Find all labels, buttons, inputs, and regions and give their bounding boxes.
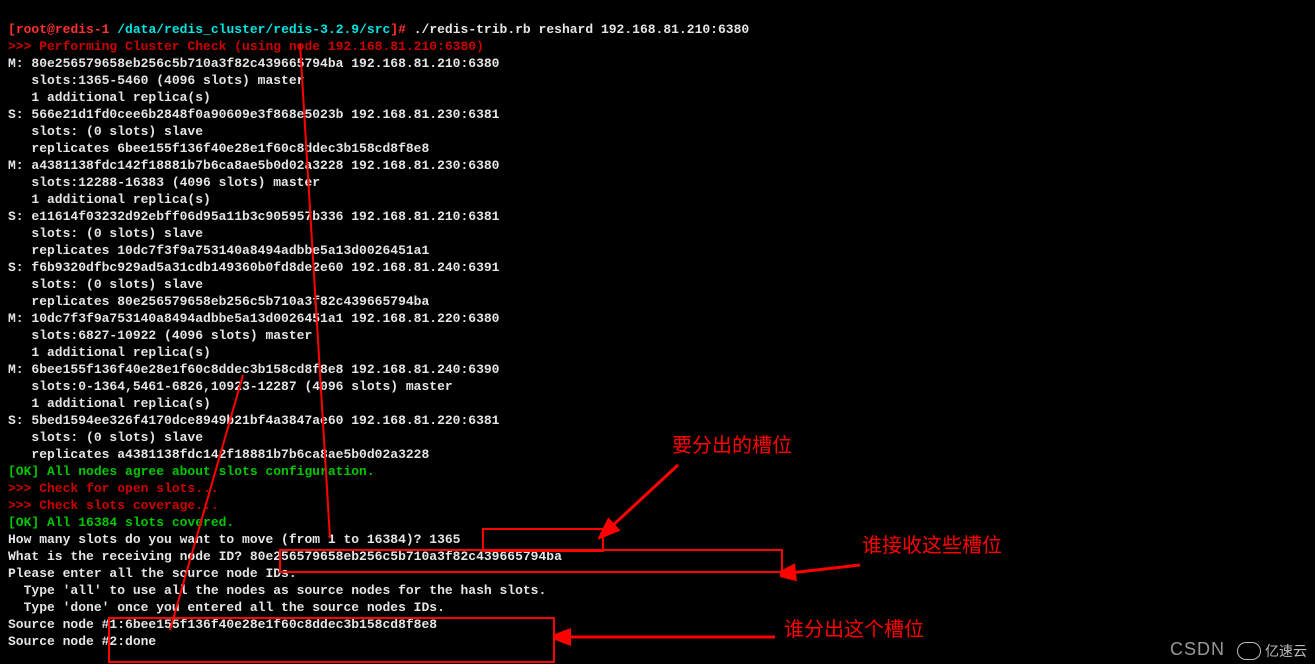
command-text: ./redis-trib.rb reshard 192.168.81.210:6…: [414, 22, 749, 37]
watermark-csdn: CSDN: [1170, 641, 1225, 658]
line-s2a: S: e11614f03232d92ebff06d95a11b3c905957b…: [8, 209, 499, 224]
annotation-slots-label: 要分出的槽位: [672, 438, 792, 455]
line-s2c: replicates 10dc7f3f9a753140a8494adbbe5a1…: [8, 243, 429, 258]
line-m3b: slots:6827-10922 (4096 slots) master: [8, 328, 312, 343]
line-q3: Please enter all the source node IDs.: [8, 566, 297, 581]
line-m2a: M: a4381138fdc142f18881b7b6ca8ae5b0d02a3…: [8, 158, 499, 173]
prompt-at: @: [47, 22, 55, 37]
line-m4a: M: 6bee155f136f40e28e1f60c8ddec3b158cd8f…: [8, 362, 499, 377]
line-q4: Type 'all' to use all the nodes as sourc…: [8, 583, 546, 598]
line-q1: How many slots do you want to move (from…: [8, 532, 460, 547]
line-s4a: S: 5bed1594ee326f4170dce8949b21bf4a3847a…: [8, 413, 499, 428]
line-sn1: Source node #1:6bee155f136f40e28e1f60c8d…: [8, 617, 437, 632]
line-q2: What is the receiving node ID? 80e256579…: [8, 549, 562, 564]
watermark-logo: 亿速云: [1237, 642, 1307, 660]
line-m3c: 1 additional replica(s): [8, 345, 211, 360]
line-m4b: slots:0-1364,5461-6826,10923-12287 (4096…: [8, 379, 453, 394]
line-m2b: slots:12288-16383 (4096 slots) master: [8, 175, 320, 190]
prompt-line: [root@redis-1 /data/redis_cluster/redis-…: [8, 22, 749, 37]
line-s2b: slots: (0 slots) slave: [8, 226, 203, 241]
line-sn2: Source node #2:done: [8, 634, 156, 649]
line-performing: >>> Performing Cluster Check (using node…: [8, 39, 484, 54]
line-m3a: M: 10dc7f3f9a753140a8494adbbe5a13d002645…: [8, 311, 499, 326]
line-m1b: slots:1365-5460 (4096 slots) master: [8, 73, 304, 88]
line-ok1: [OK] All nodes agree about slots configu…: [8, 464, 375, 479]
prompt-host: redis-1: [55, 22, 110, 37]
line-s4c: replicates a4381138fdc142f18881b7b6ca8ae…: [8, 447, 429, 462]
prompt-user: root: [16, 22, 47, 37]
line-ok2: [OK] All 16384 slots covered.: [8, 515, 234, 530]
annotation-source-label: 谁分出这个槽位: [784, 622, 924, 639]
line-m4c: 1 additional replica(s): [8, 396, 211, 411]
prompt-bracket-open: [: [8, 22, 16, 37]
line-s3a: S: f6b9320dfbc929ad5a31cdb149360b0fd8de2…: [8, 260, 499, 275]
line-q5: Type 'done' once you entered all the sou…: [8, 600, 445, 615]
line-m2c: 1 additional replica(s): [8, 192, 211, 207]
terminal-output[interactable]: [root@redis-1 /data/redis_cluster/redis-…: [0, 0, 1315, 654]
prompt-bracket-close: ]#: [390, 22, 413, 37]
line-m1c: 1 additional replica(s): [8, 90, 211, 105]
line-s1a: S: 566e21d1fd0cee6b2848f0a90609e3f868e50…: [8, 107, 499, 122]
watermark-logo-text: 亿速云: [1265, 643, 1307, 660]
line-s1c: replicates 6bee155f136f40e28e1f60c8ddec3…: [8, 141, 429, 156]
line-m1a: M: 80e256579658eb256c5b710a3f82c43966579…: [8, 56, 499, 71]
line-check1: >>> Check for open slots...: [8, 481, 219, 496]
line-s3c: replicates 80e256579658eb256c5b710a3f82c…: [8, 294, 429, 309]
line-check2: >>> Check slots coverage...: [8, 498, 219, 513]
line-s1b: slots: (0 slots) slave: [8, 124, 203, 139]
annotation-receiving-label: 谁接收这些槽位: [862, 538, 1002, 555]
cloud-icon: [1237, 642, 1261, 660]
line-s4b: slots: (0 slots) slave: [8, 430, 203, 445]
line-s3b: slots: (0 slots) slave: [8, 277, 203, 292]
prompt-path: /data/redis_cluster/redis-3.2.9/src: [109, 22, 390, 37]
